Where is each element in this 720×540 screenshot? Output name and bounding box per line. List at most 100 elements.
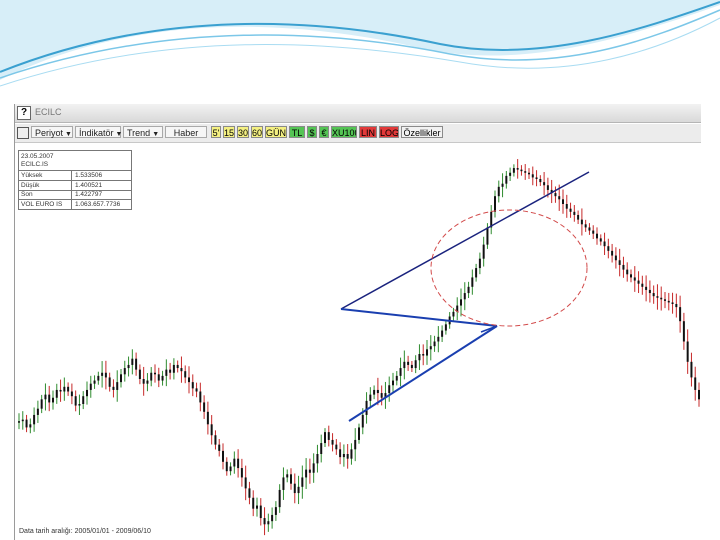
price-bar-body [154, 372, 156, 375]
price-bar-body [596, 233, 598, 239]
price-chart [18, 159, 700, 536]
price-bar-body [324, 432, 326, 444]
price-bar-body [664, 299, 666, 301]
price-bar-body [588, 227, 591, 231]
price-bar-body [74, 396, 77, 406]
price-bar-body [463, 293, 466, 300]
price-bar-body [29, 424, 32, 428]
price-bar-body [528, 172, 530, 175]
date-range-text: Data tarih aralığı: 2005/01/01 - 2009/06… [19, 528, 151, 535]
price-bar-body [577, 214, 580, 220]
price-bar-body [244, 477, 247, 489]
price-bar-body [263, 518, 266, 525]
price-bar-body [199, 391, 202, 403]
price-bar-body [422, 354, 425, 356]
price-bar-body [486, 227, 489, 245]
price-bar-body [240, 468, 243, 478]
price-bar-body [237, 458, 240, 469]
price-bar-body [108, 377, 111, 387]
triangle-base-line [340, 308, 498, 327]
price-bar-body [418, 354, 421, 361]
price-bar-body [267, 521, 270, 525]
price-bar-body [562, 199, 564, 204]
price-bar-body [520, 169, 523, 172]
price-bar-body [342, 454, 345, 458]
price-bar-body [67, 386, 70, 392]
price-bar-body [433, 341, 436, 347]
price-bar-body [195, 388, 198, 392]
price-bar-body [18, 421, 20, 423]
chart-window: ? ECILC Periyot ▼ İndikatör ▼ Trend ▼ Haber… [14, 104, 701, 540]
price-bar-body [222, 450, 224, 462]
price-bar-body [146, 380, 149, 384]
price-bar-body [558, 196, 561, 200]
price-bar-body [467, 286, 470, 294]
price-bar-body [698, 389, 700, 400]
price-bar-body [660, 297, 663, 300]
price-bar-body [112, 386, 115, 390]
price-bar-body [165, 369, 168, 376]
price-bar-body [312, 463, 315, 473]
price-bar-body [331, 439, 334, 445]
price-bar-body [248, 488, 251, 498]
price-bar-body [282, 477, 285, 490]
price-bar-body [44, 394, 47, 400]
price-bar-body [543, 182, 546, 186]
price-bar-body [339, 449, 342, 458]
price-bar-body [180, 368, 183, 372]
price-bar-body [101, 372, 104, 376]
price-bar-body [89, 383, 92, 390]
price-bar-body [546, 185, 549, 190]
price-bar-body [358, 427, 360, 440]
price-bar-body [369, 394, 372, 401]
price-bar-body [539, 179, 542, 183]
price-bar-body [633, 277, 636, 281]
price-bar-body [573, 211, 576, 215]
price-bar-body [524, 171, 527, 173]
price-bar-body [301, 477, 304, 487]
price-bar-body [388, 385, 391, 394]
price-bar-body [679, 307, 682, 322]
price-bar-body [501, 183, 504, 187]
price-bar-body [414, 360, 417, 369]
price-bar-body [641, 283, 644, 287]
price-bar-body [259, 505, 262, 519]
price-bar-body [346, 454, 349, 459]
price-bar-body [407, 361, 410, 365]
price-bar-body [410, 364, 413, 369]
price-bar-body [645, 286, 648, 290]
price-bar-body [150, 372, 153, 381]
price-bar-body [471, 277, 474, 287]
price-bar-body [376, 389, 379, 394]
price-bar-body [686, 341, 689, 362]
price-bar-body [278, 489, 281, 508]
price-bar-body [203, 402, 206, 412]
price-bar-body [429, 346, 432, 350]
price-bar-body [63, 386, 66, 392]
price-bar-body [399, 368, 402, 376]
price-bar-body [161, 375, 164, 381]
price-bar-body [233, 458, 236, 467]
price-bar-body [120, 374, 122, 383]
price-bar-body [70, 391, 73, 397]
price-bar-body [169, 369, 172, 373]
price-bar-body [320, 443, 323, 454]
price-bar-body [297, 486, 300, 494]
price-bar-body [505, 175, 508, 184]
price-bar-body [426, 349, 428, 356]
price-bar-body [565, 204, 568, 209]
price-bar-body [21, 419, 24, 422]
price-bar-body [656, 296, 659, 298]
price-bar-body [380, 393, 383, 398]
price-bar-body [637, 280, 640, 284]
price-bar-body [667, 300, 670, 303]
price-bar-body [626, 269, 629, 275]
price-bar-body [614, 255, 617, 261]
price-bar-body [52, 397, 54, 403]
price-bar-body [569, 208, 572, 212]
price-bar-body [127, 364, 130, 369]
price-bar-body [172, 364, 175, 373]
price-bar-body [206, 411, 209, 425]
price-bar-body [460, 299, 462, 306]
price-bar-body [475, 268, 478, 278]
